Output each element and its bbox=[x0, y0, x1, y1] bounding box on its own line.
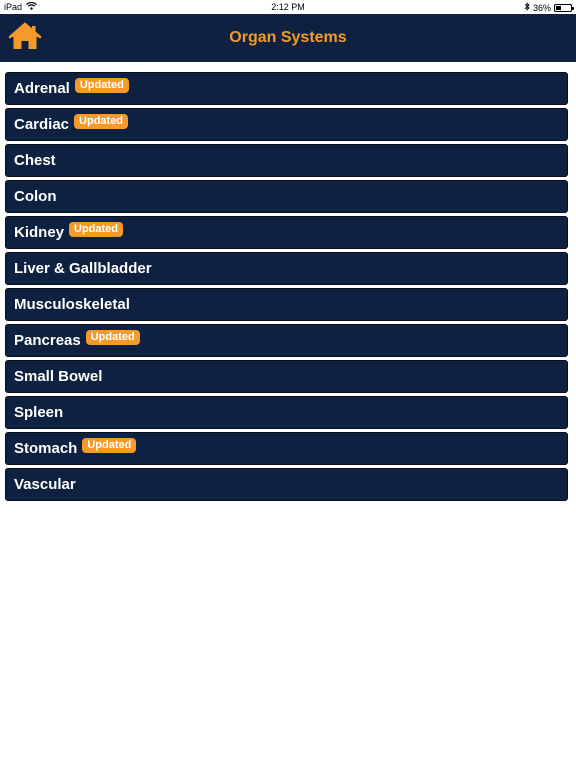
list-item-label: Adrenal bbox=[14, 80, 70, 97]
list-item-label: Musculoskeletal bbox=[14, 296, 130, 313]
updated-badge: Updated bbox=[74, 78, 129, 93]
list-item-label: Colon bbox=[14, 188, 57, 205]
list-item-label: Small Bowel bbox=[14, 368, 103, 385]
list-item-colon[interactable]: Colon Updated bbox=[5, 180, 568, 213]
list-item-musculoskeletal[interactable]: Musculoskeletal Updated bbox=[5, 288, 568, 321]
nav-bar: Organ Systems bbox=[0, 14, 576, 62]
list-item-vascular[interactable]: Vascular Updated bbox=[5, 468, 568, 501]
list-item-label: Cardiac bbox=[14, 116, 70, 133]
bluetooth-icon bbox=[524, 2, 530, 13]
list-item-stomach[interactable]: Stomach Updated bbox=[5, 432, 568, 465]
list-item-adrenal[interactable]: Adrenal Updated bbox=[5, 72, 568, 105]
list-item-label: Chest bbox=[14, 152, 56, 169]
page-title: Organ Systems bbox=[229, 29, 347, 46]
list-item-kidney[interactable]: Kidney Updated bbox=[5, 216, 568, 249]
list-item-label: Liver & Gallbladder bbox=[14, 260, 152, 277]
updated-badge: Updated bbox=[69, 222, 124, 237]
list-item-label: Spleen bbox=[14, 404, 64, 421]
updated-badge: Updated bbox=[82, 438, 137, 453]
list-item-cardiac[interactable]: Cardiac Updated bbox=[5, 108, 568, 141]
updated-badge: Updated bbox=[74, 114, 129, 129]
list-item-liver-gallbladder[interactable]: Liver & Gallbladder Updated bbox=[5, 252, 568, 285]
battery-percent: 36% bbox=[532, 2, 551, 13]
status-bar: iPad 2:12 PM 36% bbox=[0, 0, 576, 14]
list-item-label: Stomach bbox=[14, 440, 78, 457]
battery-level bbox=[556, 5, 562, 10]
list-item-small-bowel[interactable]: Small Bowel Updated bbox=[5, 360, 568, 393]
list-item-label: Vascular bbox=[14, 476, 76, 493]
updated-badge: Updated bbox=[85, 330, 140, 345]
list-item-label: Pancreas bbox=[14, 332, 81, 349]
list-item-pancreas[interactable]: Pancreas Updated bbox=[5, 324, 568, 357]
list-item-spleen[interactable]: Spleen Updated bbox=[5, 396, 568, 429]
organ-list: Adrenal Updated Cardiac Updated Chest Up… bbox=[5, 72, 568, 504]
list-item-label: Kidney bbox=[14, 224, 65, 241]
status-right: 36% bbox=[524, 2, 574, 13]
battery-icon bbox=[554, 3, 574, 12]
list-item-chest[interactable]: Chest Updated bbox=[5, 144, 568, 177]
status-time: 2:12 PM bbox=[271, 2, 305, 12]
